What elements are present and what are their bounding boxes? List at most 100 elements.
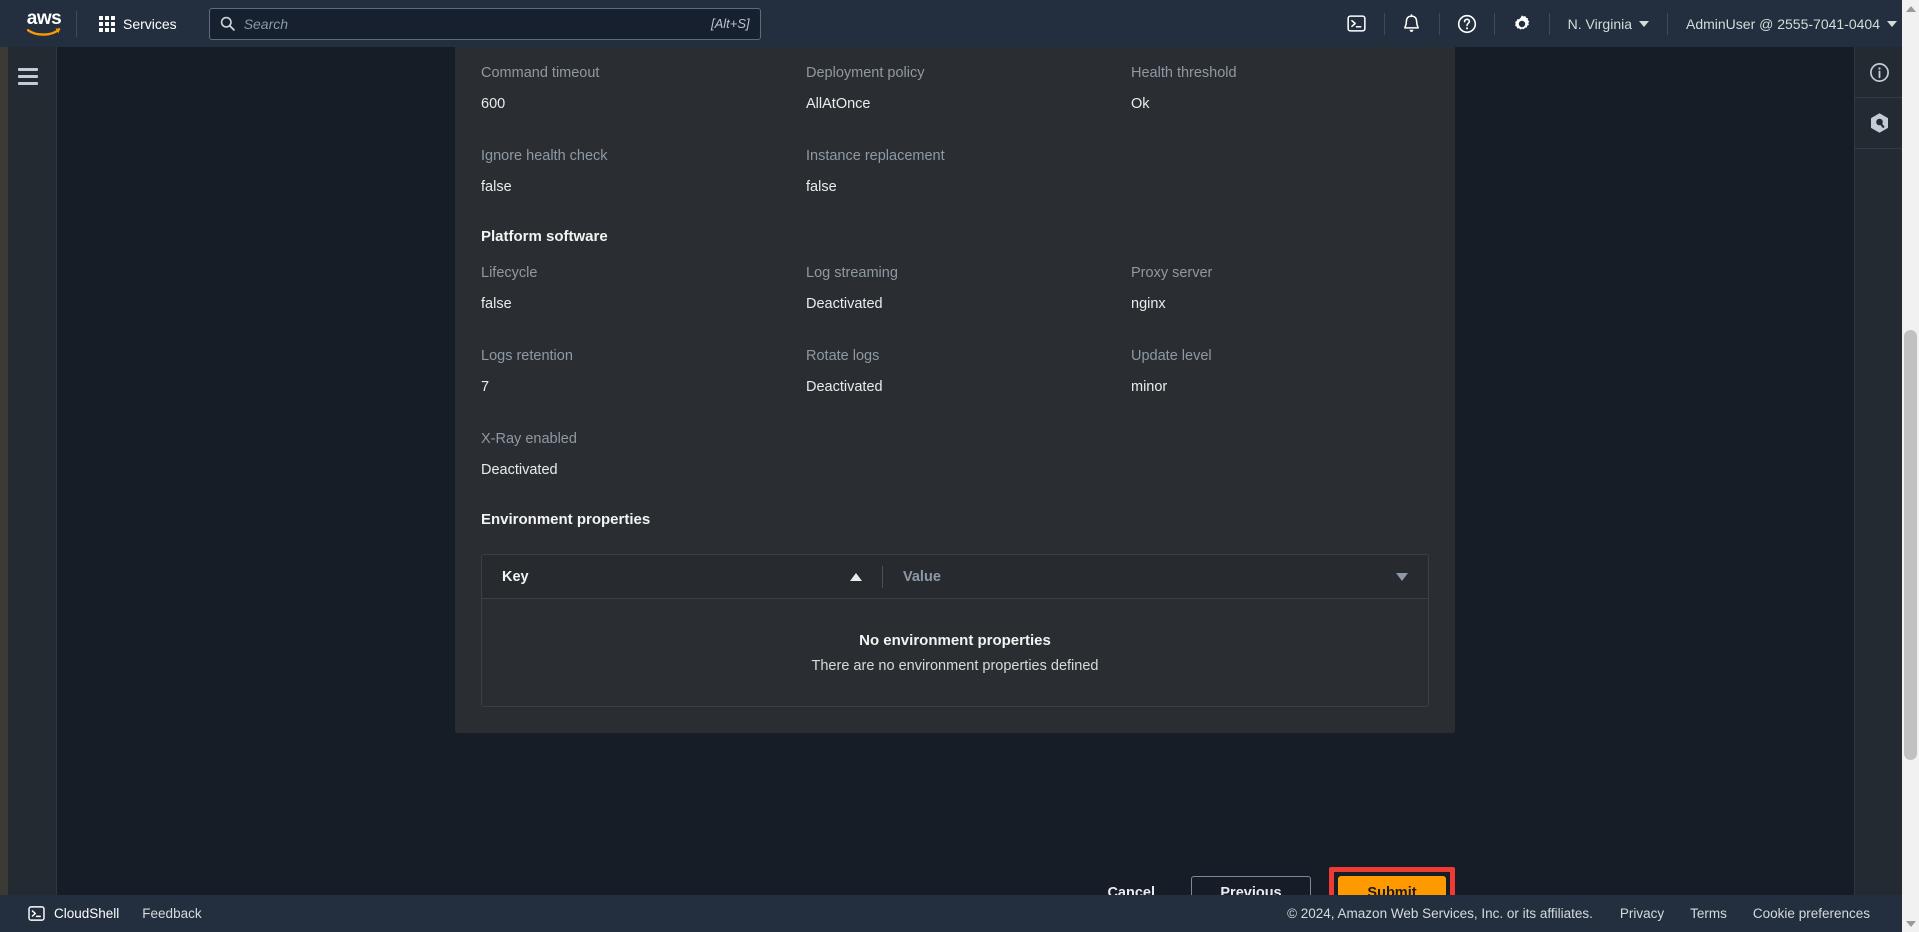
field-lifecycle: Lifecycle false [481,247,806,330]
field-logs-retention: Logs retention 7 [481,330,806,413]
amazon-q-hexagon-icon [1870,113,1888,133]
settings-button[interactable] [1501,6,1543,42]
field-value: false [806,179,837,195]
chevron-down-icon [1905,920,1916,927]
right-tools-rail [1854,47,1903,932]
hamburger-icon-bar [18,67,38,71]
field-xray-enabled: X-Ray enabled Deactivated [481,413,806,496]
settings-gear-icon [1514,14,1529,30]
cloudshell-icon [28,906,45,921]
nav-separator [1383,12,1385,35]
nav-separator [1667,12,1668,35]
services-menu-button[interactable]: Services [89,8,187,40]
field-label: Logs retention [481,348,573,364]
help-button[interactable] [1446,6,1488,42]
nav-separator [1548,12,1550,35]
empty-state-subtitle: There are no environment properties defi… [811,657,1099,674]
search-icon [220,16,235,31]
field-proxy-server: Proxy server nginx [1131,247,1429,330]
field-label: Ignore health check [481,148,608,164]
field-log-streaming: Log streaming Deactivated [806,247,1131,330]
hamburger-icon-bar [18,74,38,78]
sort-descending-icon[interactable] [1396,572,1408,581]
footer-copyright: © 2024, Amazon Web Services, Inc. or its… [1287,906,1593,921]
notifications-button[interactable] [1391,6,1433,42]
help-question-icon [1457,14,1476,33]
nav-separator [1438,12,1440,35]
field-value: false [481,296,512,312]
table-column-header-value[interactable]: Value [883,555,1428,599]
hamburger-icon-bar [18,81,38,85]
field-label: Deployment policy [806,65,925,81]
field-instance-replacement: Instance replacement false [806,130,1131,213]
field-ignore-health-check: Ignore health check false [481,130,806,213]
table-header-row: Key Value [482,555,1428,599]
field-label: Proxy server [1131,265,1213,281]
field-value: minor [1131,379,1168,395]
footer-left-group: CloudShell Feedback [18,900,215,928]
info-icon [1869,62,1889,82]
chevron-up-icon [1905,5,1916,12]
region-selector[interactable]: N. Virginia [1556,6,1661,42]
field-label: Command timeout [481,65,600,81]
environment-properties-table: Key Value No environment properties Ther… [481,554,1429,707]
field-value: Deactivated [806,379,883,395]
field-value: false [481,179,512,195]
footer-cloudshell-button[interactable]: CloudShell [18,900,129,928]
chevron-down-icon [1887,20,1897,27]
notifications-bell-icon [1404,13,1420,32]
field-value: AllAtOnce [806,96,871,112]
page-scroll-area: Command timeout 600 Deployment policy Al… [57,47,1902,932]
table-column-header-key[interactable]: Key [482,555,882,599]
amazon-q-assistant-button[interactable] [1855,98,1903,149]
field-label: Health threshold [1131,65,1237,81]
left-gutter-strip [0,47,8,932]
field-update-level: Update level minor [1131,330,1429,413]
field-rotate-logs: Rotate logs Deactivated [806,330,1131,413]
footer-link-cookie-preferences[interactable]: Cookie preferences [1740,900,1883,928]
field-spacer [1131,413,1429,496]
configuration-fields-group-1: Command timeout 600 Deployment policy Al… [455,47,1455,213]
footer-link-terms[interactable]: Terms [1677,900,1740,928]
browser-scrollbar[interactable] [1902,0,1919,932]
section-title-platform-software: Platform software [481,228,608,245]
field-value: 7 [481,379,490,395]
page-footer: CloudShell Feedback © 2024, Amazon Web S… [0,895,1919,932]
field-label: Log streaming [806,265,898,281]
global-search-bar[interactable]: [Alt+S] [208,7,761,40]
field-label: Rotate logs [806,348,880,364]
footer-right-group: © 2024, Amazon Web Services, Inc. or its… [1287,900,1905,928]
account-menu[interactable]: AdminUser @ 2555-7041-0404 [1674,6,1909,42]
field-deployment-policy: Deployment policy AllAtOnce [806,47,1131,130]
search-input[interactable] [243,15,706,32]
chevron-down-icon [1639,20,1649,27]
aws-logo[interactable]: aws [16,0,72,47]
nav-separator [1493,12,1495,35]
column-label-value: Value [903,568,941,585]
sort-ascending-icon[interactable] [850,572,862,581]
cloudshell-nav-button[interactable] [1336,6,1378,42]
review-configuration-card: Command timeout 600 Deployment policy Al… [455,47,1455,733]
field-value: nginx [1131,296,1166,312]
field-spacer [1131,130,1429,213]
info-panel-button[interactable] [1855,47,1903,98]
field-value: Ok [1131,96,1150,112]
services-label: Services [123,15,177,32]
aws-smile-icon [27,28,61,36]
aws-wordmark: aws [26,8,62,29]
left-navigation-rail [0,47,57,932]
scrollbar-up-arrow[interactable] [1902,0,1919,17]
field-value: Deactivated [806,296,883,312]
field-health-threshold: Health threshold Ok [1131,47,1429,130]
section-title-environment-properties: Environment properties [481,511,651,528]
menu-toggle-button[interactable] [13,61,43,91]
field-label: Lifecycle [481,265,538,281]
nav-divider [76,10,77,37]
field-label: Instance replacement [806,148,945,164]
footer-feedback-link[interactable]: Feedback [129,900,214,928]
scrollbar-thumb[interactable] [1904,330,1917,760]
scrollbar-down-arrow[interactable] [1902,915,1919,932]
field-command-timeout: Command timeout 600 [481,47,806,130]
field-value: 600 [481,96,506,112]
footer-link-privacy[interactable]: Privacy [1607,900,1677,928]
